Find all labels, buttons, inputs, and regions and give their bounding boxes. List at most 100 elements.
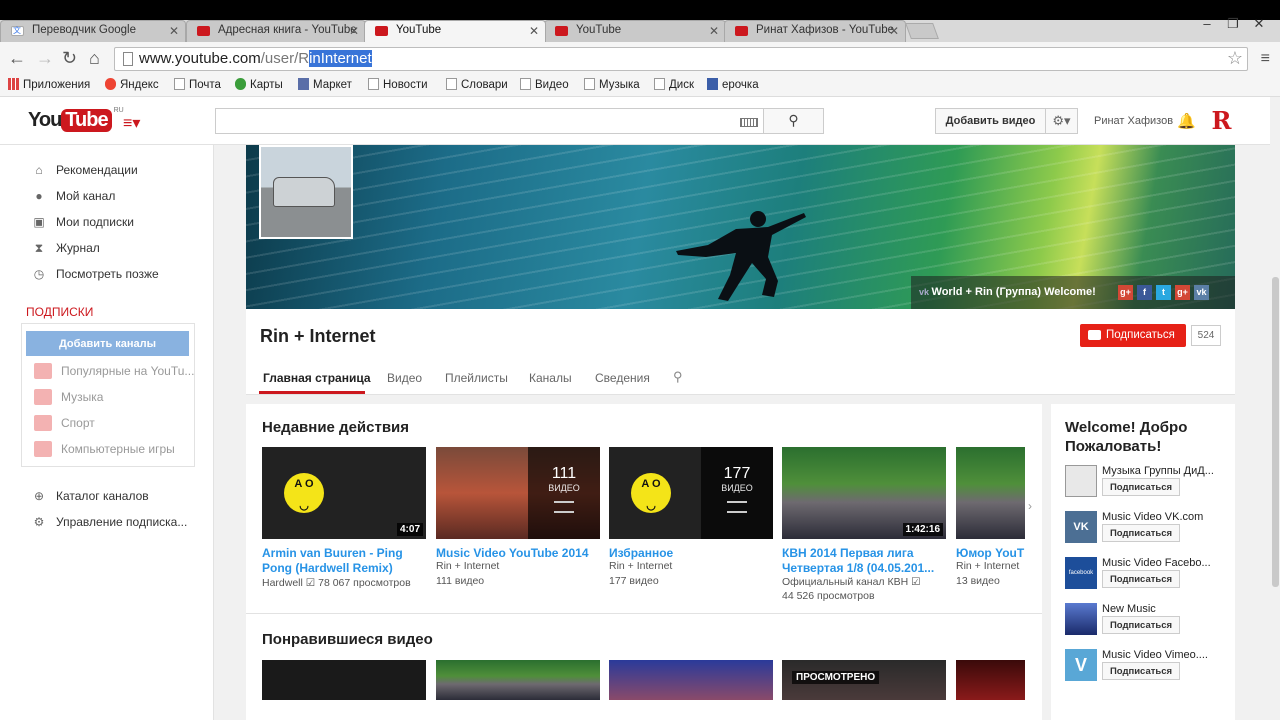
page-scrollbar[interactable]: [1270, 97, 1280, 720]
reload-icon[interactable]: ↻: [62, 48, 77, 68]
close-window-icon[interactable]: ✕: [1246, 16, 1272, 32]
google-plus-icon[interactable]: g+: [1118, 285, 1133, 300]
tab-home[interactable]: Главная страница: [263, 371, 371, 385]
sidebar-item-recommendations[interactable]: ⌂ Рекомендации: [32, 163, 137, 177]
tab-youtube[interactable]: YouTube ✕: [544, 20, 726, 42]
restore-icon[interactable]: ❐: [1220, 16, 1246, 32]
bookmark-news[interactable]: Новости: [368, 78, 428, 91]
sidebar-item-watch-later[interactable]: ◷ Посмотреть позже: [32, 267, 159, 281]
channel-avatar[interactable]: [259, 145, 353, 239]
vk-icon[interactable]: vk: [1194, 285, 1209, 300]
close-icon[interactable]: ✕: [529, 24, 539, 38]
bookmark-dictionaries[interactable]: Словари: [446, 78, 508, 91]
video-title-link[interactable]: КВН 2014 Первая лига Четвертая 1/8 (04.0…: [782, 546, 946, 576]
subscribe-button[interactable]: Подписаться: [1080, 324, 1186, 347]
playlist-thumbnail[interactable]: A O ◡ 177 ВИДЕО: [609, 447, 773, 539]
sub-item-sport[interactable]: Спорт: [34, 415, 95, 431]
tab-about[interactable]: Сведения: [595, 371, 650, 385]
banner-links: World + Rin (Группа) Welcome! g+ f t g+ …: [911, 276, 1235, 309]
sub-item-music[interactable]: Музыка: [34, 389, 103, 405]
video-thumbnail[interactable]: [609, 660, 773, 700]
keyboard-icon[interactable]: [740, 118, 758, 127]
video-channel[interactable]: Rin + Internet: [436, 559, 499, 574]
sidebar-item-manage-subscriptions[interactable]: ⚙ Управление подписка...: [32, 515, 188, 529]
guide-menu-icon[interactable]: ≡▾: [123, 113, 140, 133]
channel-icon[interactable]: [1065, 603, 1097, 635]
facebook-icon[interactable]: facebook: [1065, 557, 1097, 589]
google-plus-icon[interactable]: g+: [1175, 285, 1190, 300]
subscribe-button[interactable]: Подписаться: [1102, 570, 1180, 588]
tab-youtube-active[interactable]: YouTube ✕: [364, 20, 546, 42]
vimeo-icon[interactable]: V: [1065, 649, 1097, 681]
subscribe-button[interactable]: Подписаться: [1102, 616, 1180, 634]
settings-gear-button[interactable]: ⚙▾: [1045, 108, 1078, 134]
add-video-button[interactable]: Добавить видео: [935, 108, 1046, 134]
sub-item-popular[interactable]: Популярные на YouTu...: [34, 363, 194, 379]
sidebar-item-channel-catalog[interactable]: ⊕ Каталог каналов: [32, 489, 149, 503]
home-icon[interactable]: ⌂: [89, 48, 100, 68]
video-thumbnail[interactable]: [436, 660, 600, 700]
bookmark-music[interactable]: Музыка: [584, 78, 640, 91]
sub-item-games[interactable]: Компьютерные игры: [34, 441, 175, 457]
close-icon[interactable]: ✕: [709, 24, 719, 38]
add-channels-button[interactable]: Добавить каналы: [26, 331, 189, 356]
address-bar[interactable]: www.youtube.com/user/RinInternet ☆: [114, 47, 1248, 71]
vk-icon[interactable]: VK: [1065, 511, 1097, 543]
search-input[interactable]: [215, 108, 764, 134]
video-channel[interactable]: Rin + Internet: [956, 559, 1019, 574]
subscribe-button[interactable]: Подписаться: [1102, 662, 1180, 680]
sidebar-item-history[interactable]: ⧗ Журнал: [32, 241, 100, 256]
video-thumbnail[interactable]: A O ◡ 4:07: [262, 447, 426, 539]
channel-icon[interactable]: [1065, 465, 1097, 497]
twitter-icon[interactable]: t: [1156, 285, 1171, 300]
user-name[interactable]: Ринат Хафизов: [1094, 115, 1173, 127]
tab-rinat-youtube[interactable]: Ринат Хафизов - YouTube ✕: [724, 20, 906, 42]
minimize-icon[interactable]: –: [1194, 16, 1220, 31]
sidebar-item-subscriptions[interactable]: ▣ Мои подписки: [32, 215, 134, 229]
notifications-bell-icon[interactable]: 🔔: [1177, 112, 1196, 130]
facebook-icon[interactable]: f: [1137, 285, 1152, 300]
youtube-logo[interactable]: You Tube RU: [28, 107, 124, 132]
channel-title[interactable]: Rin + Internet: [260, 326, 376, 347]
bookmark-star-icon[interactable]: ☆: [1227, 48, 1243, 69]
video-title-link[interactable]: Armin van Buuren - Ping Pong (Hardwell R…: [262, 546, 426, 576]
close-icon[interactable]: ✕: [889, 24, 899, 38]
bookmark-mail[interactable]: Почта: [174, 78, 221, 91]
playlist-thumbnail[interactable]: [956, 447, 1025, 539]
scrollbar-thumb[interactable]: [1272, 277, 1279, 587]
subscribe-button[interactable]: Подписаться: [1102, 524, 1180, 542]
sidebar-item-my-channel[interactable]: ● Мой канал: [32, 189, 115, 203]
bookmark-video[interactable]: Видео: [520, 78, 569, 91]
video-thumbnail[interactable]: [262, 660, 426, 700]
tab-google-translate[interactable]: Переводчик Google✕: [0, 20, 186, 42]
window-controls: – ❐ ✕: [1194, 16, 1272, 32]
video-channel[interactable]: Rin + Internet: [609, 559, 672, 574]
subscribe-button[interactable]: Подписаться: [1102, 478, 1180, 496]
bookmark-yandex[interactable]: Яндекс: [105, 78, 159, 91]
tab-address-book[interactable]: Адресная книга - YouTube ✕: [186, 20, 366, 42]
chevron-right-icon[interactable]: ›: [1028, 499, 1032, 513]
tab-channels[interactable]: Каналы: [529, 371, 572, 385]
playlist-thumbnail[interactable]: 111 ВИДЕО: [436, 447, 600, 539]
new-tab-button[interactable]: [905, 23, 939, 39]
browser-menu-icon[interactable]: ≡: [1261, 50, 1270, 68]
welcome-heading: Welcome! Добро Пожаловать!: [1065, 419, 1188, 455]
avatar[interactable]: R: [1208, 108, 1235, 135]
bookmark-apps[interactable]: Приложения: [8, 78, 90, 91]
search-button[interactable]: ⚲: [763, 108, 824, 134]
tab-playlists[interactable]: Плейлисты: [445, 371, 508, 385]
bookmark-erochka[interactable]: ерочка: [707, 78, 759, 91]
forward-arrow-icon[interactable]: →: [36, 48, 54, 68]
tab-videos[interactable]: Видео: [387, 371, 422, 385]
close-icon[interactable]: ✕: [349, 24, 359, 38]
channel-search-icon[interactable]: ⚲: [673, 369, 683, 385]
home-icon: ⌂: [35, 163, 43, 177]
back-arrow-icon[interactable]: ←: [8, 48, 26, 68]
video-thumbnail[interactable]: ПРОСМОТРЕНО: [782, 660, 946, 700]
bookmark-maps[interactable]: Карты: [235, 78, 283, 91]
video-thumbnail[interactable]: [956, 660, 1025, 700]
video-thumbnail[interactable]: 1:42:16: [782, 447, 946, 539]
close-icon[interactable]: ✕: [169, 24, 179, 38]
bookmark-market[interactable]: Маркет: [298, 78, 352, 91]
bookmark-disk[interactable]: Диск: [654, 78, 694, 91]
